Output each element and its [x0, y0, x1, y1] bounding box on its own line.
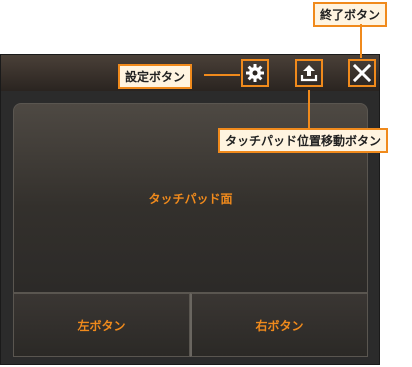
- touchpad-window: タッチパッド面 左ボタン 右ボタン: [0, 54, 380, 365]
- exit-callout: 終了ボタン: [313, 2, 388, 27]
- touchpad-move-button[interactable]: [295, 59, 323, 87]
- close-icon: [352, 63, 372, 83]
- right-button-label: 右ボタン: [255, 318, 304, 333]
- upload-icon: [299, 63, 319, 83]
- touchpad-label: タッチパッド面: [148, 191, 233, 206]
- exit-callout-line: [360, 24, 362, 58]
- gear-icon: [245, 63, 265, 83]
- settings-callout-line: [204, 74, 240, 76]
- move-callout: タッチパッド位置移動ボタン: [218, 128, 389, 153]
- mouse-buttons: 左ボタン 右ボタン: [13, 293, 368, 357]
- exit-button[interactable]: [348, 59, 376, 87]
- settings-button[interactable]: [241, 59, 269, 87]
- left-button[interactable]: 左ボタン: [13, 293, 190, 357]
- left-button-label: 左ボタン: [77, 318, 126, 333]
- settings-callout: 設定ボタン: [118, 64, 193, 89]
- right-button[interactable]: 右ボタン: [190, 293, 368, 357]
- move-callout-line: [308, 90, 310, 128]
